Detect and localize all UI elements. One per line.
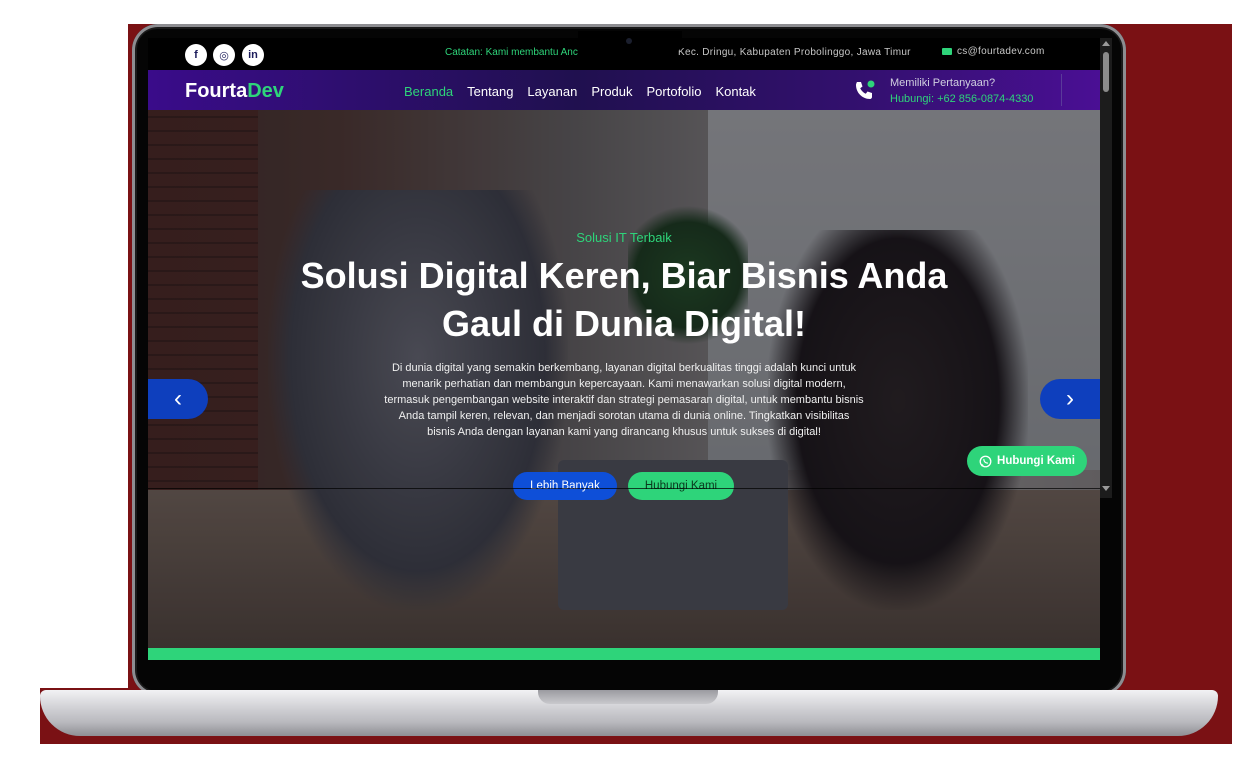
nav-item-produk[interactable]: Produk xyxy=(591,84,632,99)
hero-headline: Solusi Digital Keren, Biar Bisnis Anda G… xyxy=(300,255,948,344)
nav-menu: Beranda Tentang Layanan Produk Portofoli… xyxy=(404,84,756,99)
mail-icon xyxy=(942,48,952,55)
logo-text-accent: Dev xyxy=(247,80,284,102)
email-link[interactable]: cs@fourtadev.com xyxy=(957,46,1045,57)
phone-number[interactable]: Hubungi: +62 856-0874-4330 xyxy=(890,93,1033,105)
facebook-icon[interactable]: f xyxy=(185,44,207,66)
nav-item-portofolio[interactable]: Portofolio xyxy=(647,84,702,99)
chevron-left-icon[interactable]: ‹ xyxy=(148,379,208,419)
fold-line xyxy=(148,488,1100,489)
whatsapp-icon xyxy=(979,455,992,467)
site-logo[interactable]: FourtaDev xyxy=(185,80,284,103)
browser-viewport: f ◎ in Catatan: Kami membantu Anc Kec. D… xyxy=(148,38,1100,660)
laptop-base-notch xyxy=(538,690,718,704)
address-text: Kec. Dringu, Kabupaten Probolinggo, Jawa… xyxy=(678,47,911,58)
question-label: Memiliki Pertanyaan? xyxy=(890,77,996,89)
scroll-down-arrow[interactable] xyxy=(1102,486,1110,491)
phone-icon xyxy=(856,80,875,99)
camera-lens xyxy=(626,38,632,44)
contact-us-button[interactable]: Hubungi Kami xyxy=(628,472,734,500)
nav-item-kontak[interactable]: Kontak xyxy=(715,84,755,99)
logo-text-primary: Fourta xyxy=(185,80,248,102)
scroll-up-arrow[interactable] xyxy=(1102,41,1110,46)
hero-slider: Solusi IT Terbaik Solusi Digital Keren, … xyxy=(148,110,1100,648)
nav-item-beranda[interactable]: Beranda xyxy=(404,84,453,99)
chevron-right-icon[interactable]: › xyxy=(1040,379,1100,419)
notice-ticker: Catatan: Kami membantu Anc xyxy=(445,47,578,58)
learn-more-button[interactable]: Lebih Banyak xyxy=(513,472,617,500)
hero-description: Di dunia digital yang semakin berkembang… xyxy=(384,362,864,438)
scroll-thumb[interactable] xyxy=(1103,52,1109,92)
accent-bar xyxy=(148,648,1100,660)
hero-eyebrow: Solusi IT Terbaik xyxy=(576,230,672,245)
whatsapp-contact-button[interactable]: Hubungi Kami xyxy=(967,446,1087,476)
scrollbar[interactable] xyxy=(1100,38,1112,498)
whatsapp-label: Hubungi Kami xyxy=(997,455,1075,467)
nav-item-layanan[interactable]: Layanan xyxy=(527,84,577,99)
instagram-icon[interactable]: ◎ xyxy=(213,44,235,66)
linkedin-icon[interactable]: in xyxy=(242,44,264,66)
nav-item-tentang[interactable]: Tentang xyxy=(467,84,513,99)
nav-divider xyxy=(1061,74,1062,106)
